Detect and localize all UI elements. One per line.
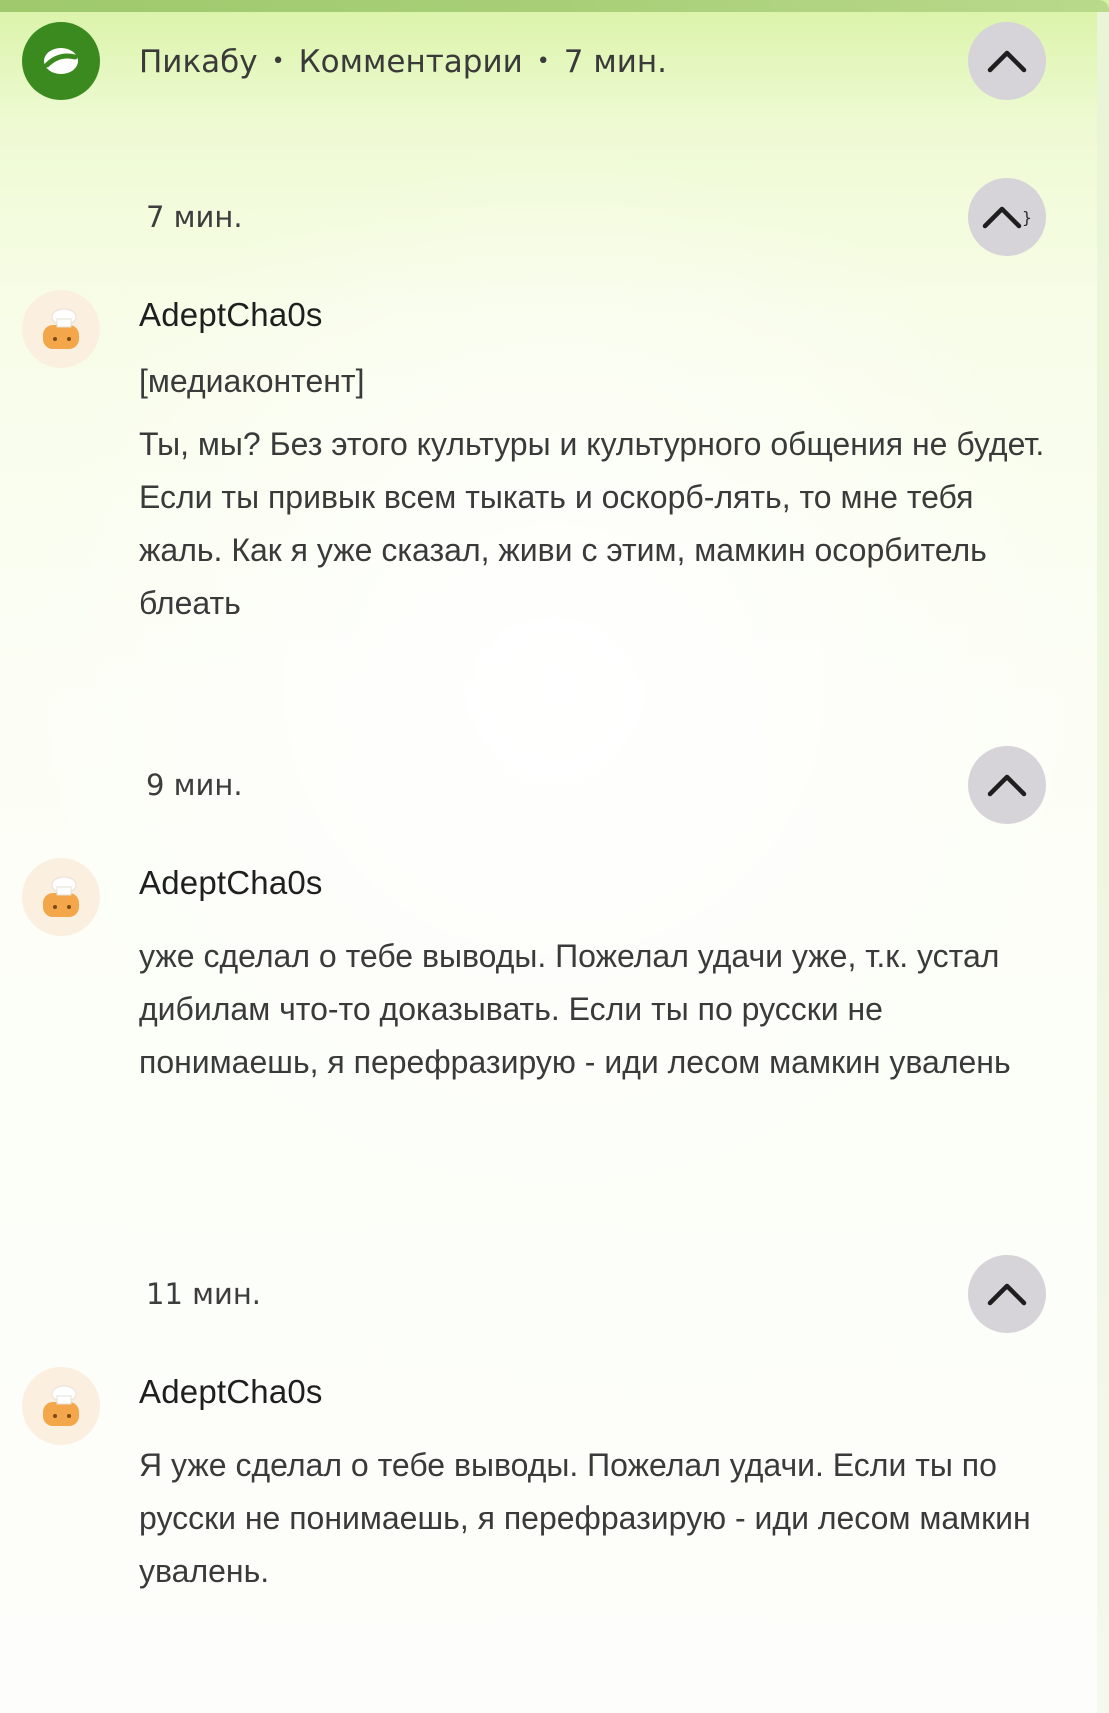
avatar[interactable]: [22, 858, 100, 936]
user-avatar-icon: [43, 876, 79, 917]
collapse-thread-button[interactable]: [968, 22, 1046, 100]
chevron-up-icon: [987, 1283, 1027, 1306]
top-accent-bar: [0, 0, 1109, 12]
avatar[interactable]: [22, 290, 100, 368]
comment-text: Ты, мы? Без этого культуры и культурного…: [139, 426, 1045, 621]
header-source[interactable]: Пикабу: [139, 44, 258, 80]
avatar[interactable]: [22, 1367, 100, 1445]
header-separator: •: [536, 49, 550, 74]
collapse-comment-button[interactable]: [968, 746, 1046, 824]
chevron-up-icon: [982, 206, 1022, 229]
comment-time: 9 мин.: [146, 768, 243, 802]
right-edge-shadow: [1097, 12, 1109, 1713]
header-section[interactable]: Комментарии: [299, 44, 523, 80]
collapse-comment-button[interactable]: }: [968, 178, 1046, 256]
comment-time: 7 мин.: [146, 200, 243, 234]
user-avatar-icon: [43, 308, 79, 349]
header-time: 7 мин.: [563, 44, 667, 80]
comment-text: Я уже сделал о тебе выводы. Пожелал удач…: [139, 1447, 1031, 1589]
media-placeholder[interactable]: [медиаконтент]: [139, 363, 364, 400]
comment-time: 11 мин.: [146, 1277, 262, 1311]
chevron-up-icon: [987, 50, 1027, 73]
comment-author[interactable]: AdeptCha0s: [139, 296, 323, 334]
comment-author[interactable]: AdeptCha0s: [139, 1373, 323, 1411]
header-breadcrumb: Пикабу • Комментарии • 7 мин.: [139, 44, 667, 80]
header-separator: •: [271, 49, 285, 74]
comment-author[interactable]: AdeptCha0s: [139, 864, 323, 902]
comment-text: уже сделал о тебе выводы. Пожелал удачи …: [139, 938, 1011, 1080]
pikabu-logo-icon[interactable]: [22, 22, 100, 100]
thread-header: Пикабу • Комментарии • 7 мин.: [0, 22, 1109, 102]
user-avatar-icon: [43, 1385, 79, 1426]
chevron-up-icon: [987, 774, 1027, 797]
collapse-comment-button[interactable]: [968, 1255, 1046, 1333]
